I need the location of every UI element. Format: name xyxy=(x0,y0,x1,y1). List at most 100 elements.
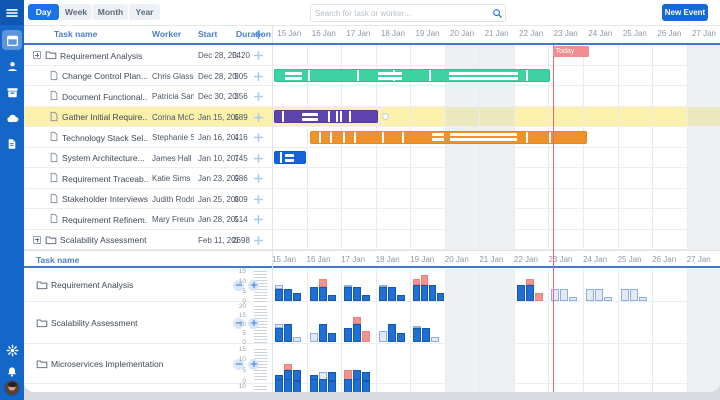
timeline-day-header[interactable]: 18 Jan xyxy=(376,25,411,43)
histogram-row-border xyxy=(24,301,720,302)
add-subtask-button[interactable] xyxy=(252,111,264,123)
expand-toggle[interactable] xyxy=(33,51,41,59)
increase-scale-button[interactable] xyxy=(248,359,259,370)
task-name[interactable]: Requirement Analysis xyxy=(60,51,148,61)
histogram-bar xyxy=(328,333,336,342)
expand-toggle[interactable] xyxy=(33,236,41,244)
add-subtask-button[interactable] xyxy=(252,193,264,205)
add-subtask-button[interactable] xyxy=(252,234,264,246)
add-subtask-button[interactable] xyxy=(252,132,264,144)
search-input[interactable] xyxy=(311,9,489,18)
folder-icon xyxy=(36,317,48,329)
row-border xyxy=(24,188,720,189)
task-name[interactable]: System Architecture... xyxy=(62,153,148,163)
sidebar-item-settings[interactable] xyxy=(0,338,24,362)
sidebar-item-archive[interactable] xyxy=(0,80,24,104)
column-header-start[interactable]: Start xyxy=(198,25,217,43)
row-border xyxy=(24,65,720,66)
view-button-week[interactable]: Week xyxy=(60,4,92,20)
increase-scale-button[interactable] xyxy=(248,280,259,291)
histogram-bar xyxy=(284,364,292,370)
column-header-task-name[interactable]: Task name xyxy=(54,25,97,43)
histogram-row-name[interactable]: Scalability Assessment xyxy=(51,318,181,328)
histogram-bar xyxy=(328,372,336,381)
histogram-bar xyxy=(284,379,292,392)
task-name[interactable]: Gather Initial Require... xyxy=(62,112,148,122)
timeline-day-header[interactable]: 22 Jan xyxy=(514,25,549,43)
scale-tick-label: 15 xyxy=(228,312,246,319)
avatar[interactable] xyxy=(4,380,20,396)
add-subtask-button[interactable] xyxy=(252,91,264,103)
histogram-row-name[interactable]: Requirement Analysis xyxy=(51,280,181,290)
add-subtask-button[interactable] xyxy=(252,214,264,226)
increase-scale-button[interactable] xyxy=(248,318,259,329)
task-name[interactable]: Technology Stack Sel... xyxy=(62,133,148,143)
grid-timeline-divider[interactable] xyxy=(272,25,273,392)
view-button-year[interactable]: Year xyxy=(129,4,160,20)
timeline-day-header[interactable]: 16 Jan xyxy=(307,25,342,43)
timeline-day-header[interactable]: 24 Jan xyxy=(583,25,618,43)
task-name[interactable]: Stakeholder Interviews xyxy=(62,194,148,204)
histogram-row-name[interactable]: Microservices Implementation xyxy=(51,359,181,369)
task-worker: Mary Freund xyxy=(152,215,194,224)
view-button-month[interactable]: Month xyxy=(93,4,128,20)
scale-tick-label: 10 xyxy=(228,356,246,363)
task-name[interactable]: Requirement Traceab... xyxy=(62,174,148,184)
new-event-button[interactable]: New Event xyxy=(662,4,708,21)
timeline-day-header[interactable]: 21 Jan xyxy=(479,25,514,43)
task-name[interactable]: Change Control Plan... xyxy=(62,71,148,81)
histogram-bar xyxy=(284,289,292,301)
view-button-day[interactable]: Day xyxy=(28,4,59,20)
timeline-day-header[interactable]: 15 Jan xyxy=(272,25,307,43)
sidebar-item-calendar[interactable] xyxy=(0,28,24,52)
histogram-bar xyxy=(362,381,370,392)
histogram-bar xyxy=(293,370,301,381)
task-name[interactable]: Scalability Assessment xyxy=(60,235,148,245)
timeline-day-header[interactable]: 25 Jan xyxy=(618,25,653,43)
histogram-bar xyxy=(344,379,352,392)
timeline-day-header[interactable]: 19 Jan xyxy=(410,25,445,43)
add-subtask-button[interactable] xyxy=(252,50,264,62)
histogram-bar xyxy=(362,295,370,301)
row-border xyxy=(24,106,720,107)
add-column-button[interactable] xyxy=(253,29,264,40)
search-icon[interactable] xyxy=(489,5,505,21)
main-panel: DayWeekMonthYear New Event Task name Worke… xyxy=(24,0,720,392)
task-bar-blue[interactable] xyxy=(274,151,306,164)
timeline-day-header[interactable]: 20 Jan xyxy=(445,25,480,43)
histogram-bar xyxy=(388,324,396,342)
histogram-bar xyxy=(328,295,336,301)
histogram-bar xyxy=(429,285,436,301)
histogram-bar xyxy=(397,333,405,342)
timeline-day-header[interactable]: 23 Jan xyxy=(548,25,583,43)
add-subtask-button[interactable] xyxy=(252,70,264,82)
row-border xyxy=(24,147,720,148)
task-name[interactable]: Requirement Refinem... xyxy=(62,215,148,225)
add-subtask-button[interactable] xyxy=(252,152,264,164)
settings-icon xyxy=(6,344,19,357)
sidebar-item-user[interactable] xyxy=(0,54,24,78)
add-subtask-button[interactable] xyxy=(252,173,264,185)
scale-tick-label: 5 xyxy=(228,367,246,374)
timeline-day-header[interactable]: 27 Jan xyxy=(687,25,720,43)
histogram-bar xyxy=(595,289,603,301)
histogram-bar xyxy=(310,379,318,392)
timeline-day-header[interactable]: 26 Jan xyxy=(652,25,687,43)
histogram-bar xyxy=(517,285,525,301)
sidebar-item-menu[interactable] xyxy=(0,0,24,25)
sidebar xyxy=(0,0,24,400)
task-worker: Patricia San... xyxy=(152,92,194,101)
task-bar-green[interactable] xyxy=(274,69,550,82)
task-name[interactable]: Document Functional... xyxy=(62,92,148,102)
column-header-worker[interactable]: Worker xyxy=(152,25,181,43)
today-badge: Today xyxy=(553,46,589,57)
page-icon xyxy=(49,70,59,81)
histogram-bar xyxy=(437,293,444,301)
sidebar-item-file[interactable] xyxy=(0,132,24,156)
task-bar-purple[interactable] xyxy=(274,110,378,123)
sidebar-item-cloud[interactable] xyxy=(0,106,24,130)
task-bar-orange[interactable] xyxy=(310,131,587,144)
histogram-bar xyxy=(344,285,352,287)
histogram-bar xyxy=(379,287,387,301)
timeline-day-header[interactable]: 17 Jan xyxy=(341,25,376,43)
